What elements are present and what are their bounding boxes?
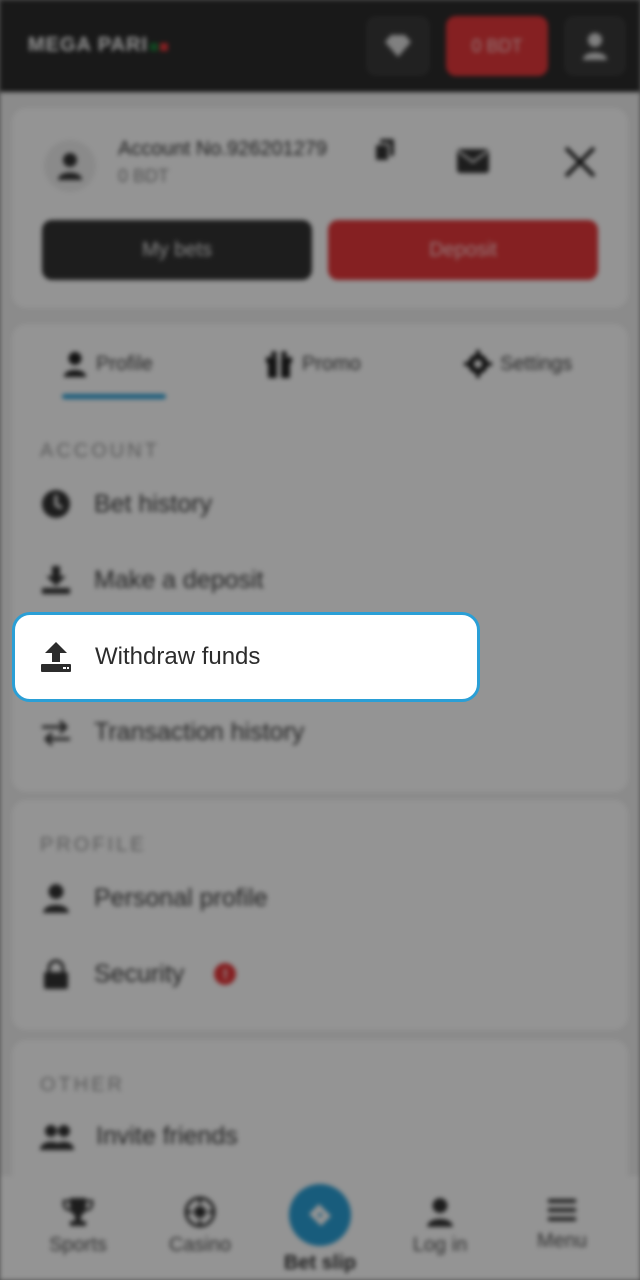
withdraw-funds-label: Withdraw funds — [95, 643, 261, 670]
withdraw-funds-item[interactable]: Withdraw funds — [12, 612, 480, 702]
upload-icon — [41, 642, 71, 672]
